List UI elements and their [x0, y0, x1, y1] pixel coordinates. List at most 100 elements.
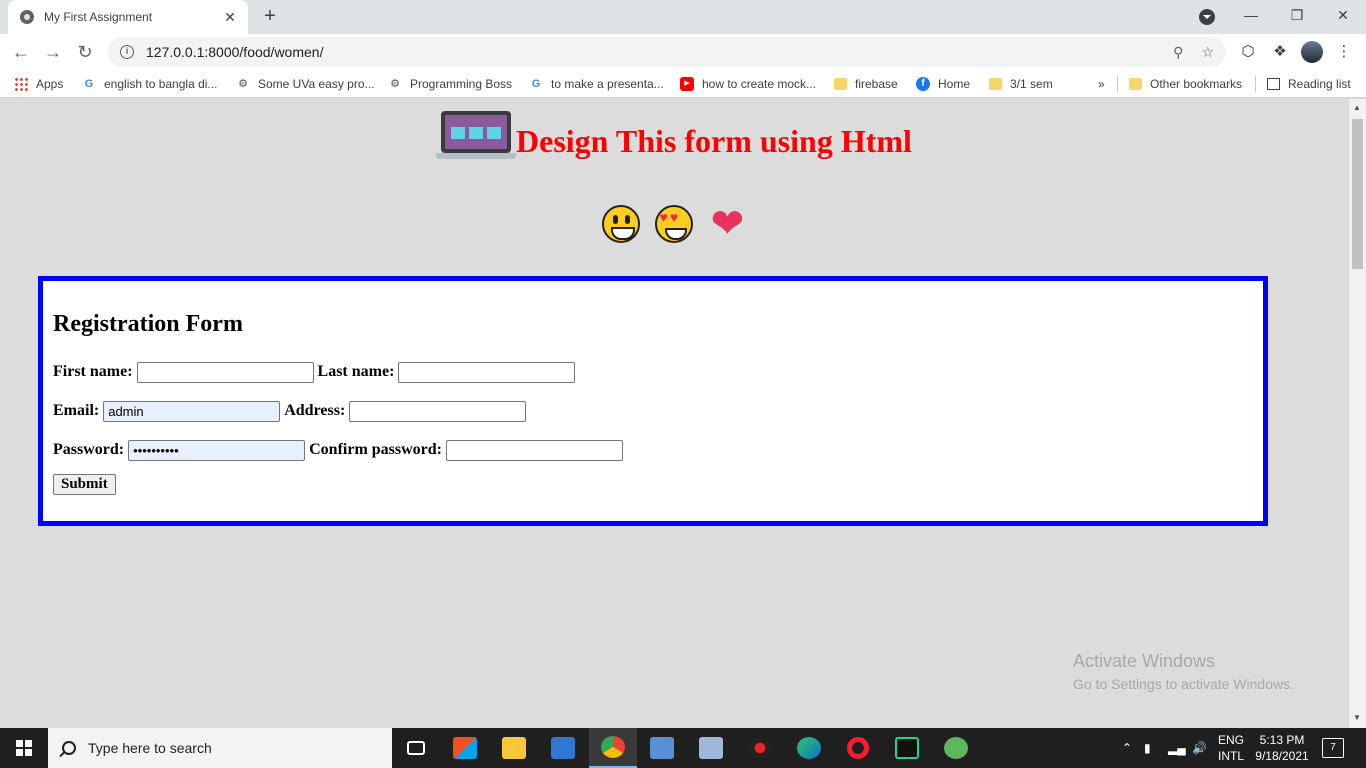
bookmark-star-icon[interactable]: ☆	[1201, 44, 1214, 61]
first-name-field[interactable]	[136, 361, 314, 383]
registration-form: Registration Form First name: Last name:…	[38, 276, 1268, 526]
minimize-button[interactable]: —	[1228, 0, 1274, 32]
bookmarks-bar: Apps G english to bangla di... ⚙ Some UV…	[0, 70, 1366, 98]
network-icon[interactable]: ▂▄	[1168, 728, 1186, 768]
task-view-icon	[407, 741, 425, 755]
language-indicator[interactable]: ENG INTL	[1214, 732, 1248, 764]
record-icon	[748, 737, 772, 759]
heart-icon: ❤	[710, 201, 745, 246]
bookmark-home[interactable]: f Home	[916, 76, 970, 92]
extension-cube-icon[interactable]: ⬡	[1238, 42, 1258, 62]
address-bar[interactable]: i 127.0.0.1:8000/food/women/ ⚲ ☆	[108, 37, 1226, 67]
page-title: Design This form using Html	[516, 123, 912, 159]
clock-time: 5:13 PM	[1259, 733, 1305, 747]
tab-strip: My First Assignment ✕ + — ❐ ✕	[0, 0, 1366, 34]
bookmark-31-sem[interactable]: 3/1 sem	[989, 76, 1053, 92]
page-heading: Design This form using Html	[436, 111, 912, 159]
other-bookmarks[interactable]: Other bookmarks	[1129, 76, 1242, 92]
bookmark-english-bangla[interactable]: G english to bangla di...	[82, 76, 218, 92]
bookmark-label: firebase	[855, 77, 898, 91]
key-icon[interactable]: ⚲	[1173, 44, 1183, 61]
bookmark-mock[interactable]: ▶ how to create mock...	[680, 76, 816, 92]
grinning-face-icon	[601, 204, 640, 243]
mail-icon	[551, 737, 575, 759]
site-icon: ⚙	[390, 78, 400, 90]
recorder-app[interactable]	[736, 728, 784, 768]
back-button[interactable]: ←	[9, 40, 33, 64]
system-clock[interactable]: 5:13 PM 9/18/2021	[1252, 732, 1312, 764]
last-name-field[interactable]	[398, 361, 576, 383]
password-field[interactable]	[128, 439, 306, 461]
menu-kebab-icon[interactable]: ⋮	[1334, 42, 1354, 62]
close-window-button[interactable]: ✕	[1320, 0, 1366, 32]
confirm-password-label: Confirm password:	[309, 441, 442, 458]
extensions-puzzle-icon[interactable]: ❖	[1270, 42, 1290, 62]
bookmark-label: to make a presenta...	[551, 77, 664, 91]
folder-icon	[989, 78, 1002, 90]
tab-search-icon[interactable]	[1199, 9, 1215, 25]
chrome-app[interactable]	[589, 728, 637, 768]
edge-app[interactable]	[785, 728, 833, 768]
address-field[interactable]	[349, 400, 527, 422]
bookmarks-overflow-button[interactable]: »	[1098, 76, 1105, 92]
scrollbar-thumb[interactable]	[1352, 119, 1363, 269]
new-tab-button[interactable]: +	[258, 4, 282, 28]
store-app[interactable]	[441, 728, 489, 768]
email-field[interactable]	[103, 400, 281, 422]
name-row: First name: Last name:	[53, 361, 579, 383]
windows-taskbar: Type here to search ⌃ ▮ ▂▄ 🔊 ENG INTL 5:…	[0, 728, 1366, 768]
search-placeholder: Type here to search	[88, 740, 212, 756]
url-text[interactable]: 127.0.0.1:8000/food/women/	[146, 44, 1155, 60]
battery-icon[interactable]: ▮	[1144, 728, 1151, 768]
browser-toolbar: ← → ↻ i 127.0.0.1:8000/food/women/ ⚲ ☆ ⬡…	[0, 34, 1366, 70]
restore-button[interactable]: ❐	[1274, 0, 1320, 32]
facebook-icon: f	[916, 77, 930, 91]
pycharm-app[interactable]	[883, 728, 931, 768]
bookmark-label: Apps	[36, 77, 64, 91]
task-view-button[interactable]	[392, 728, 440, 768]
watermark-subtitle: Go to Settings to activate Windows.	[1073, 676, 1294, 692]
windows-logo-icon	[16, 740, 32, 756]
forward-button[interactable]: →	[41, 40, 65, 64]
app-shortcut-1[interactable]	[638, 728, 686, 768]
bookmark-apps[interactable]: Apps	[14, 76, 63, 92]
scroll-down-icon[interactable]: ▼	[1353, 713, 1361, 722]
bookmark-programming-boss[interactable]: ⚙ Programming Boss	[388, 76, 512, 92]
laptop-icon	[436, 111, 516, 159]
bookmarks-divider	[1255, 76, 1256, 92]
show-hidden-icons[interactable]: ⌃	[1122, 728, 1132, 768]
app-shortcut-2[interactable]	[687, 728, 735, 768]
opera-app[interactable]	[834, 728, 882, 768]
bookmark-firebase[interactable]: firebase	[834, 76, 898, 92]
language-code: ENG	[1217, 733, 1244, 747]
profile-avatar[interactable]	[1301, 41, 1323, 63]
taskbar-search[interactable]: Type here to search	[48, 728, 392, 768]
scroll-up-icon[interactable]: ▲	[1353, 103, 1361, 112]
bookmarks-divider	[1117, 76, 1118, 92]
confirm-password-field[interactable]	[446, 439, 623, 461]
volume-icon[interactable]: 🔊	[1192, 728, 1207, 768]
last-name-label: Last name:	[317, 363, 395, 380]
tab-title: My First Assignment	[44, 10, 153, 24]
close-tab-icon[interactable]: ✕	[222, 9, 238, 26]
reading-list[interactable]: Reading list	[1267, 76, 1351, 92]
submit-button[interactable]: Submit	[53, 474, 116, 495]
notification-center-icon[interactable]: 7	[1322, 738, 1344, 758]
file-explorer-app[interactable]	[490, 728, 538, 768]
bookmark-label: english to bangla di...	[104, 77, 218, 91]
app-shortcut-3[interactable]	[932, 728, 980, 768]
bookmark-uva[interactable]: ⚙ Some UVa easy pro...	[236, 76, 374, 92]
chrome-icon	[601, 736, 625, 758]
page-scrollbar[interactable]: ▲ ▼	[1349, 99, 1366, 728]
password-row: Password: Confirm password:	[53, 439, 627, 461]
app-icon	[944, 737, 968, 759]
store-icon	[453, 737, 477, 759]
mail-app[interactable]	[539, 728, 587, 768]
bookmark-presentation[interactable]: G to make a presenta...	[529, 76, 664, 92]
reload-button[interactable]: ↻	[73, 40, 97, 64]
browser-tab[interactable]: My First Assignment ✕	[8, 0, 248, 34]
site-info-icon[interactable]: i	[120, 45, 134, 59]
start-button[interactable]	[0, 728, 48, 768]
google-icon: G	[531, 78, 541, 90]
form-heading: Registration Form	[53, 311, 243, 337]
